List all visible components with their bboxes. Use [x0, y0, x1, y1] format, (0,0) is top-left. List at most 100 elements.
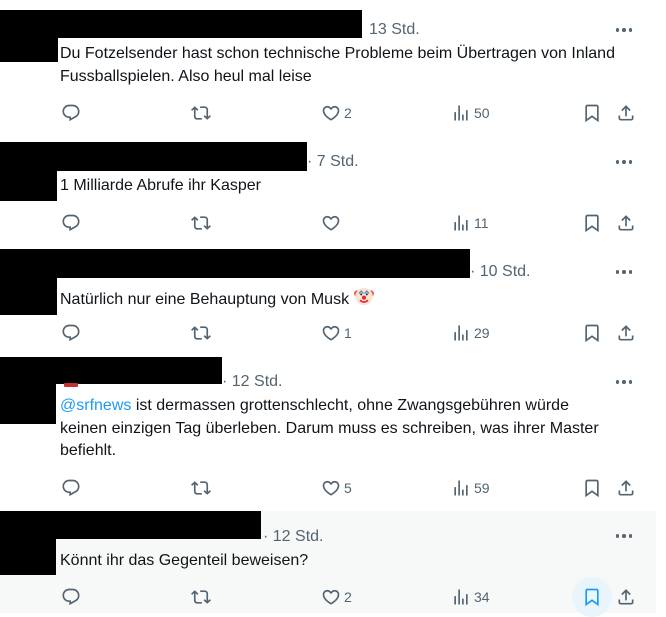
- tweet-text: @srfnews ist dermassen grottenschlecht, …: [60, 395, 620, 463]
- share-button[interactable]: [616, 101, 636, 125]
- tweet-body: Du Fotzelsender hast schon technische Pr…: [60, 45, 615, 85]
- retweet-icon: [191, 106, 211, 120]
- more-options-button[interactable]: [614, 372, 634, 392]
- tweet-actions: 2 50: [0, 101, 656, 125]
- reply-button[interactable]: [61, 321, 84, 345]
- tweet-1[interactable]: 13 Std. Du Fotzelsender hast schon techn…: [0, 0, 656, 138]
- tweet-actions: 11: [0, 211, 656, 235]
- redacted-user-info: [0, 10, 362, 38]
- share-icon: [618, 480, 634, 496]
- tweet-body: Natürlich nur eine Behauptung von Musk: [60, 291, 350, 308]
- redacted-avatar: [0, 278, 57, 315]
- tweet-actions: 2 34: [0, 577, 656, 617]
- bookmark-button[interactable]: [582, 211, 602, 235]
- tweet-text: Du Fotzelsender hast schon technische Pr…: [60, 43, 620, 88]
- tweet-3[interactable]: · 10 Std. Natürlich nur eine Behauptung …: [0, 247, 656, 358]
- like-button[interactable]: 2: [321, 101, 352, 125]
- reply-icon: [62, 104, 80, 122]
- tweet-actions: 5 59: [0, 476, 656, 500]
- views-icon: [454, 215, 468, 231]
- like-button[interactable]: 1: [321, 321, 352, 345]
- reply-icon: [62, 588, 80, 606]
- views-button[interactable]: 11: [451, 211, 489, 235]
- redacted-avatar: [0, 38, 58, 62]
- like-icon: [322, 105, 340, 121]
- redacted-avatar: [0, 384, 56, 424]
- tweet-body: 1 Milliarde Abrufe ihr Kasper: [60, 177, 261, 194]
- views-icon: [454, 589, 468, 605]
- like-button[interactable]: 5: [321, 476, 352, 500]
- retweet-button[interactable]: [191, 211, 214, 235]
- reply-icon: [62, 479, 80, 497]
- views-count: 34: [474, 589, 490, 605]
- tweet-body: ist dermassen grottenschlecht, ohne Zwan…: [60, 397, 599, 459]
- tweet-text: 1 Milliarde Abrufe ihr Kasper: [60, 175, 620, 198]
- views-button[interactable]: 50: [451, 101, 490, 125]
- redacted-user-info: [0, 249, 470, 278]
- share-button[interactable]: [616, 476, 636, 500]
- tweet-timestamp[interactable]: 13 Std.: [369, 21, 420, 39]
- views-icon: [454, 325, 468, 341]
- redacted-user-info: [0, 357, 222, 384]
- tweet-text: Natürlich nur eine Behauptung von Musk: [60, 285, 620, 315]
- share-icon: [618, 325, 634, 341]
- more-options-button[interactable]: [614, 20, 634, 40]
- share-icon: [618, 589, 634, 605]
- tweet-timestamp[interactable]: · 12 Std.: [263, 528, 323, 546]
- share-button[interactable]: [616, 321, 636, 345]
- tweet-2[interactable]: · 7 Std. 1 Milliarde Abrufe ihr Kasper 1…: [0, 137, 656, 248]
- redacted-user-info: [0, 511, 261, 539]
- tweet-body: Könnt ihr das Gegenteil beweisen?: [60, 552, 309, 569]
- views-button[interactable]: 59: [451, 476, 490, 500]
- bookmark-button[interactable]: [582, 321, 602, 345]
- tweet-5[interactable]: · 12 Std. Könnt ihr das Gegenteil beweis…: [0, 511, 656, 617]
- like-button[interactable]: [321, 211, 344, 235]
- tweet-timestamp[interactable]: · 7 Std.: [307, 153, 359, 171]
- like-icon: [322, 215, 340, 231]
- like-count: 1: [344, 325, 352, 341]
- bookmark-icon: [585, 588, 599, 607]
- like-count: 2: [344, 105, 352, 121]
- views-count: 50: [474, 105, 490, 121]
- bookmark-icon: [585, 324, 599, 343]
- views-icon: [454, 480, 468, 496]
- retweet-icon: [191, 481, 211, 495]
- bookmark-button[interactable]: [582, 476, 602, 500]
- share-icon: [618, 105, 634, 121]
- retweet-button[interactable]: [191, 585, 214, 609]
- retweet-button[interactable]: [191, 321, 214, 345]
- bookmark-button[interactable]: [582, 101, 602, 125]
- bookmark-icon: [585, 479, 599, 498]
- retweet-button[interactable]: [191, 101, 214, 125]
- tweet-text: Könnt ihr das Gegenteil beweisen?: [60, 550, 620, 573]
- more-options-button[interactable]: [614, 262, 634, 282]
- more-options-button[interactable]: [614, 526, 634, 546]
- retweet-icon: [191, 216, 211, 230]
- views-button[interactable]: 34: [451, 585, 490, 609]
- views-button[interactable]: 29: [451, 321, 490, 345]
- mention-link[interactable]: @srfnews: [60, 397, 131, 414]
- tweet-4[interactable]: · 12 Std. @srfnews ist dermassen grotten…: [0, 357, 656, 512]
- views-count: 59: [474, 480, 490, 496]
- bookmark-icon: [585, 214, 599, 233]
- share-button[interactable]: [616, 585, 636, 609]
- like-button[interactable]: 2: [321, 585, 352, 609]
- like-icon: [322, 480, 340, 496]
- reply-button[interactable]: [61, 476, 84, 500]
- more-options-button[interactable]: [614, 152, 634, 172]
- bookmark-button[interactable]: [572, 577, 612, 617]
- like-count: 5: [344, 480, 352, 496]
- reply-button[interactable]: [61, 211, 84, 235]
- share-icon: [618, 215, 634, 231]
- like-icon: [322, 589, 340, 605]
- bookmark-icon: [585, 104, 599, 123]
- retweet-button[interactable]: [191, 476, 214, 500]
- redacted-avatar: [0, 171, 57, 201]
- redacted-avatar: [0, 539, 56, 575]
- share-button[interactable]: [616, 211, 636, 235]
- tweet-timestamp[interactable]: · 12 Std.: [222, 373, 282, 391]
- views-count: 29: [474, 325, 490, 341]
- reply-button[interactable]: [61, 585, 84, 609]
- reply-button[interactable]: [61, 101, 84, 125]
- tweet-timestamp[interactable]: · 10 Std.: [470, 263, 530, 281]
